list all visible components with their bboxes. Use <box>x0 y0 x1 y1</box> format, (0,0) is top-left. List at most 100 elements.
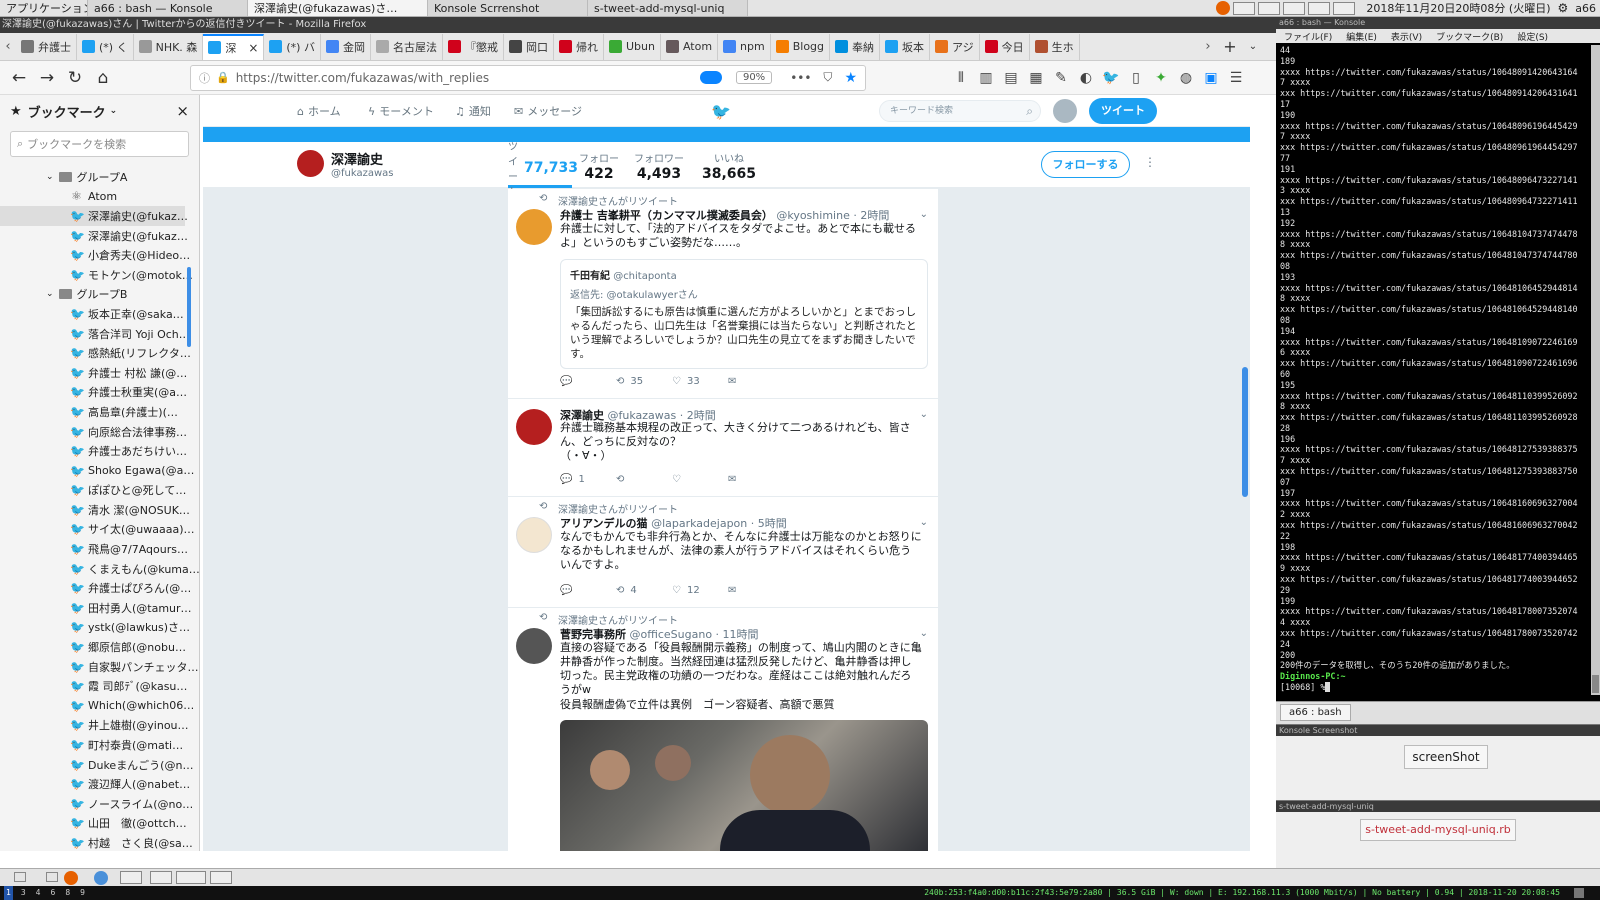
tweet-author[interactable]: 菅野完事務所 @officeSugano · 11時間 <box>560 626 759 642</box>
task-konsole[interactable]: a66 : bash — Konsole <box>88 0 248 16</box>
home-icon[interactable]: ⌂ <box>92 68 114 88</box>
konsole-menu-item[interactable]: ブックマーク(B) <box>1436 30 1503 43</box>
close-tab-icon[interactable]: × <box>248 41 258 55</box>
reload-icon[interactable]: ↻ <box>64 68 86 88</box>
browser-tab[interactable]: 金岡 <box>321 33 371 60</box>
bookmark-item[interactable]: 🐦 Dukeまんごう(@n… <box>0 755 193 775</box>
browser-tab[interactable]: Atom <box>661 33 719 60</box>
author-name[interactable]: アリアンデルの猫 <box>560 517 648 530</box>
tab-scroll-left-icon[interactable]: ‹ <box>0 39 16 54</box>
extension-icon[interactable]: ✦ <box>1152 69 1170 87</box>
window-list-icon[interactable] <box>210 871 232 884</box>
tweet-author[interactable]: 弁護士 吉峯耕平（カンママル撲滅委員会） @kyoshimine · 2時間 <box>560 207 889 223</box>
url-text[interactable]: https://twitter.com/fukazawas/with_repli… <box>236 71 694 85</box>
more-options-icon[interactable]: ⋮ <box>1144 155 1156 169</box>
author-name[interactable]: 菅野完事務所 <box>560 628 626 641</box>
twitter-logo-icon[interactable]: 🐦 <box>711 102 731 121</box>
tweet-button[interactable]: ツイート <box>1089 98 1157 124</box>
reply-button[interactable]: 💬 <box>560 585 590 596</box>
search-icon[interactable]: ⌕ <box>1026 101 1033 121</box>
browser-tab[interactable]: npm <box>718 33 771 60</box>
pocket-icon[interactable]: ⛉ <box>823 70 832 85</box>
browser-tab[interactable]: 坂本 <box>880 33 931 60</box>
tab-scroll-right-icon[interactable]: › <box>1198 39 1218 54</box>
user-name[interactable]: a66 <box>1575 2 1596 15</box>
tweet-photo[interactable] <box>560 720 928 851</box>
konsole-tab[interactable]: a66 : bash <box>1280 704 1351 721</box>
extension-icon[interactable]: ▦ <box>1027 69 1045 87</box>
browser-tab[interactable]: 『懲戒 <box>443 33 504 60</box>
terminal-output[interactable]: 44 189 xxxx https://twitter.com/fukazawa… <box>1280 45 1588 693</box>
workspace-button[interactable]: 4 <box>34 886 43 900</box>
bookmark-item[interactable]: 🐦 Which(@which06… <box>0 696 194 716</box>
workspace-button[interactable]: 1 <box>4 886 13 900</box>
browser-tab[interactable]: 名古屋法 <box>371 33 443 60</box>
folder-group-b[interactable]: ⌄ グループB <box>0 285 185 305</box>
author-name[interactable]: 弁護士 吉峯耕平（カンママル撲滅委員会） <box>560 209 773 222</box>
run-script-button[interactable]: s-tweet-add-mysql-uniq.rb <box>1360 819 1516 841</box>
like-button[interactable]: ♡ 12 <box>672 585 702 596</box>
bookmark-item[interactable]: 🐦 町村泰貴(@mati… <box>0 735 185 755</box>
sidebar-icon[interactable]: ▥ <box>977 69 995 87</box>
like-button[interactable]: ♡ <box>672 474 702 485</box>
bookmark-item[interactable]: 🐦 村越 さく良(@sa… <box>0 833 193 851</box>
bookmark-item[interactable]: ⚛ Atom <box>0 187 185 207</box>
sidebar-title[interactable]: ブックマーク <box>28 102 106 121</box>
desktop-icon[interactable] <box>14 872 26 882</box>
bookmark-item[interactable]: 🐦 山田 徹(@ottch… <box>0 814 187 834</box>
terminal-scrollbar[interactable] <box>1591 45 1600 695</box>
author-meta[interactable]: @kyoshimine · 2時間 <box>776 209 889 222</box>
settings-icon[interactable]: ⚙ <box>1557 1 1568 15</box>
browser-tab[interactable]: (*) く <box>77 33 134 60</box>
browser-tab[interactable]: 深 × <box>203 33 265 60</box>
chevron-down-icon[interactable]: ⌄ <box>110 106 118 116</box>
extension-icon[interactable]: ▣ <box>1202 69 1220 87</box>
twitter-icon[interactable]: 🐦 <box>1102 69 1120 87</box>
retweet-button[interactable]: ⟲ <box>616 474 646 485</box>
dm-button[interactable]: ✉ <box>728 585 758 596</box>
chevron-down-icon[interactable]: ⌄ <box>46 172 54 182</box>
task-firefox[interactable]: 深澤諭史(@fukazawas)さ… <box>248 0 428 16</box>
firefox-launcher-icon[interactable] <box>1216 1 1231 15</box>
bookmark-item[interactable]: 🐦 弁護士あだちけい… <box>0 441 187 461</box>
folder-group-a[interactable]: ⌄ グループA <box>0 167 185 187</box>
workspace-button[interactable]: 8 <box>63 886 72 900</box>
konsole-menu-item[interactable]: 表示(V) <box>1391 30 1422 43</box>
chevron-down-icon[interactable]: ⌄ <box>920 409 928 420</box>
user-avatar[interactable] <box>1053 99 1077 123</box>
browser-tab[interactable]: Ubun <box>604 33 661 60</box>
window-list-icon[interactable] <box>1283 1 1306 15</box>
bookmark-item[interactable]: 🐦 深澤諭史(@fukaz… <box>0 226 188 246</box>
follow-button[interactable]: フォローする <box>1041 151 1130 178</box>
bookmark-item[interactable]: 🐦 くまえもん(@kuma… <box>0 559 199 579</box>
window-list-icon[interactable] <box>120 871 142 884</box>
browser-tab[interactable]: 奉納 <box>830 33 881 60</box>
task-konsole-screenshot[interactable]: Konsole Scrrenshot <box>428 0 588 16</box>
konsole-menu-item[interactable]: 設定(S) <box>1517 30 1548 43</box>
bookmark-item[interactable]: 🐦 深澤諭史(@fukaz… <box>0 206 188 226</box>
nav-moments[interactable]: ϟ モーメント <box>368 95 434 127</box>
globe-icon[interactable] <box>94 871 108 885</box>
bookmark-item[interactable]: 🐦 弁護士秋重実(@a… <box>0 383 187 403</box>
retweet-button[interactable]: ⟲ 4 <box>616 585 646 596</box>
reply-button[interactable]: 💬 1 <box>560 474 590 485</box>
browser-tab[interactable]: 弁護士 <box>16 33 77 60</box>
bookmark-item[interactable]: 🐦 弁護士 村松 謙(@… <box>0 363 187 383</box>
bookmark-star-icon[interactable]: ★ <box>844 70 857 86</box>
app-menu[interactable]: アプリケーション <box>0 0 88 16</box>
sidebar-header[interactable]: ★ ブックマーク ⌄ × <box>0 95 199 127</box>
konsole-menu-item[interactable]: 編集(E) <box>1346 30 1377 43</box>
bookmark-item[interactable]: 🐦 飛鳥@7/7Aqours… <box>0 539 188 559</box>
extension-icon[interactable]: ◍ <box>1177 69 1195 87</box>
bookmark-item[interactable]: 🐦 霞 司郎ﾃﾞ(@kasu… <box>0 676 187 696</box>
twitter-search-input[interactable]: キーワード検索 ⌕ <box>879 100 1041 122</box>
desktop-icon[interactable] <box>46 872 58 882</box>
back-icon[interactable]: ← <box>8 68 30 88</box>
bookmark-item[interactable]: 🐦 田村勇人(@tamur… <box>0 598 192 618</box>
browser-tab[interactable]: NHK. 森 <box>134 33 204 60</box>
tweet[interactable]: ⟲ 深澤諭史さんがリツイート アリアンデルの猫 @laparkadejapon … <box>508 497 938 608</box>
bookmark-item[interactable]: 🐦 サイ太(@uwaaaa)… <box>0 520 195 540</box>
window-list-icon[interactable] <box>1333 1 1356 15</box>
profile-avatar[interactable] <box>297 150 324 177</box>
screenshot-button[interactable]: screenShot <box>1404 745 1488 769</box>
